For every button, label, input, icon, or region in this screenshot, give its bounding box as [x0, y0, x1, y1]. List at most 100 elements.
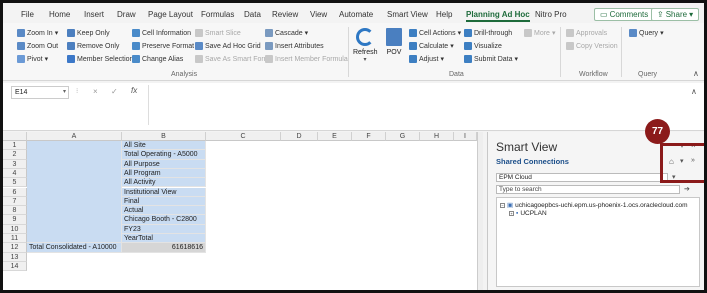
column-header-e[interactable]: E	[318, 132, 352, 141]
tab-help[interactable]: Help	[436, 10, 452, 19]
tab-home[interactable]: Home	[49, 10, 70, 19]
smart-slice-button[interactable]: Smart Slice	[195, 29, 241, 37]
preserve-format-button[interactable]: Preserve Format	[132, 42, 194, 50]
column-header-h[interactable]: H	[420, 132, 454, 141]
formula-input[interactable]	[148, 85, 698, 125]
select-all-corner[interactable]	[3, 132, 27, 141]
row-header[interactable]: 4	[3, 168, 27, 179]
row-header[interactable]: 7	[3, 196, 27, 207]
zoom-in-button[interactable]: Zoom In ▾	[17, 29, 58, 37]
insert-attributes-button[interactable]: Insert Attributes	[265, 42, 324, 50]
name-box[interactable]: E14	[11, 86, 69, 99]
row-header[interactable]: 11	[3, 234, 27, 244]
refresh-button[interactable]: Refresh ▾	[353, 28, 378, 63]
row-header[interactable]: 6	[3, 187, 27, 197]
cell-b12[interactable]: 61618616	[122, 243, 206, 253]
function-icon[interactable]: fx	[131, 86, 137, 95]
row-header[interactable]: 12	[3, 243, 27, 253]
insert-member-formula-button[interactable]: Insert Member Formula	[265, 55, 348, 63]
search-input[interactable]: Type to search	[496, 185, 680, 194]
expand-icon[interactable]: +	[509, 211, 514, 216]
zoom-out-button[interactable]: Zoom Out	[17, 42, 58, 50]
approvals-button[interactable]: Approvals	[566, 29, 607, 37]
cell-information-button[interactable]: Cell Information	[132, 29, 191, 37]
tab-draw[interactable]: Draw	[117, 10, 136, 19]
row-header[interactable]: 5	[3, 178, 27, 188]
visualize-button[interactable]: Visualize	[464, 42, 502, 50]
tree-node-server[interactable]: − ▣ uchicagoepbcs-uchi.epm.us-phoenix-1.oc…	[500, 201, 688, 209]
shared-connections-link[interactable]: Shared Connections	[496, 157, 569, 166]
cell-b3[interactable]: All Purpose	[122, 159, 206, 169]
query-button[interactable]: Query ▾	[629, 29, 664, 37]
enter-icon[interactable]: ✓	[111, 87, 118, 96]
cell-a12[interactable]: Total Consolidated - A10000	[27, 243, 122, 253]
row-header[interactable]: 8	[3, 206, 27, 216]
connection-select[interactable]: EPM Cloud	[496, 173, 668, 182]
collapse-icon[interactable]: −	[500, 202, 505, 208]
column-header-d[interactable]: D	[281, 132, 318, 141]
cell-b6[interactable]: Institutional View	[122, 187, 206, 197]
row-header[interactable]: 13	[3, 252, 27, 262]
cancel-icon[interactable]: ×	[93, 87, 98, 96]
column-header-g[interactable]: G	[386, 132, 420, 141]
cell-b7[interactable]: Final	[122, 196, 206, 207]
cell-b1[interactable]: All Site	[122, 141, 206, 151]
tab-data[interactable]: Data	[244, 10, 261, 19]
cell-range-a1-a11[interactable]	[27, 141, 122, 244]
cell-b5[interactable]: All Activity	[122, 178, 206, 188]
tab-view[interactable]: View	[310, 10, 327, 19]
cell-b2[interactable]: Total Operating - A5000	[122, 150, 206, 160]
column-header-c[interactable]: C	[206, 132, 281, 141]
remove-only-button[interactable]: Remove Only	[67, 42, 119, 50]
column-header-b[interactable]: B	[122, 132, 206, 141]
row-header[interactable]: 10	[3, 224, 27, 234]
vertical-scrollbar[interactable]	[477, 132, 483, 290]
column-header-i[interactable]: I	[454, 132, 477, 141]
cell-b9[interactable]: Chicago Booth - C2800	[122, 215, 206, 225]
calculate-button[interactable]: Calculate ▾	[409, 42, 454, 50]
save-as-smart-form-button[interactable]: Save As Smart Form	[195, 55, 270, 63]
tab-nitro-pro[interactable]: Nitro Pro	[535, 10, 567, 19]
cell-actions-button[interactable]: Cell Actions ▾	[409, 29, 461, 37]
save-as-smart-form-label: Save As Smart Form	[205, 55, 270, 63]
collapse-ribbon-icon[interactable]: ∧	[693, 69, 699, 78]
comments-button[interactable]: ▭ Comments	[594, 8, 655, 21]
cascade-button[interactable]: Cascade ▾	[265, 29, 308, 37]
row-header[interactable]: 9	[3, 215, 27, 225]
cell-b4[interactable]: All Program	[122, 168, 206, 179]
connection-value: EPM Cloud	[499, 174, 532, 181]
go-arrow-icon[interactable]: ➔	[684, 185, 690, 193]
collapse-formula-icon[interactable]: ∧	[691, 87, 697, 96]
cell-b11[interactable]: YearTotal	[122, 234, 206, 244]
row-header[interactable]: 1	[3, 141, 27, 151]
member-selection-button[interactable]: Member Selection	[67, 55, 133, 63]
tab-automate[interactable]: Automate	[339, 10, 373, 19]
column-header-a[interactable]: A	[27, 132, 122, 141]
share-button[interactable]: ⇪ Share ▾	[651, 8, 700, 21]
tab-insert[interactable]: Insert	[84, 10, 104, 19]
save-ad-hoc-grid-button[interactable]: Save Ad Hoc Grid	[195, 42, 261, 50]
tab-formulas[interactable]: Formulas	[201, 10, 234, 19]
row-header[interactable]: 14	[3, 261, 27, 272]
adjust-button[interactable]: Adjust ▾	[409, 55, 444, 63]
row-header[interactable]: 3	[3, 159, 27, 169]
chevron-down-icon[interactable]: ▾	[63, 88, 66, 95]
row-header[interactable]: 2	[3, 150, 27, 160]
pivot-button[interactable]: Pivot ▾	[17, 55, 48, 63]
tab-smart-view[interactable]: Smart View	[387, 10, 428, 19]
more-button[interactable]: More ▾	[524, 29, 555, 37]
tab-file[interactable]: File	[21, 10, 34, 19]
cell-b10[interactable]: FY23	[122, 224, 206, 234]
column-header-f[interactable]: F	[352, 132, 386, 141]
tab-planning-ad-hoc[interactable]: Planning Ad Hoc	[466, 10, 530, 22]
keep-only-button[interactable]: Keep Only	[67, 29, 110, 37]
tree-node-ucplan[interactable]: + ▪ UCPLAN	[509, 210, 547, 217]
tab-review[interactable]: Review	[272, 10, 298, 19]
tab-page-layout[interactable]: Page Layout	[148, 10, 193, 19]
submit-data-button[interactable]: Submit Data ▾	[464, 55, 518, 63]
pov-button[interactable]: POV	[383, 28, 405, 56]
change-alias-button[interactable]: Change Alias	[132, 55, 183, 63]
cell-b8[interactable]: Actual	[122, 206, 206, 216]
drill-through-button[interactable]: Drill-through	[464, 29, 512, 37]
copy-version-button[interactable]: Copy Version	[566, 42, 618, 50]
